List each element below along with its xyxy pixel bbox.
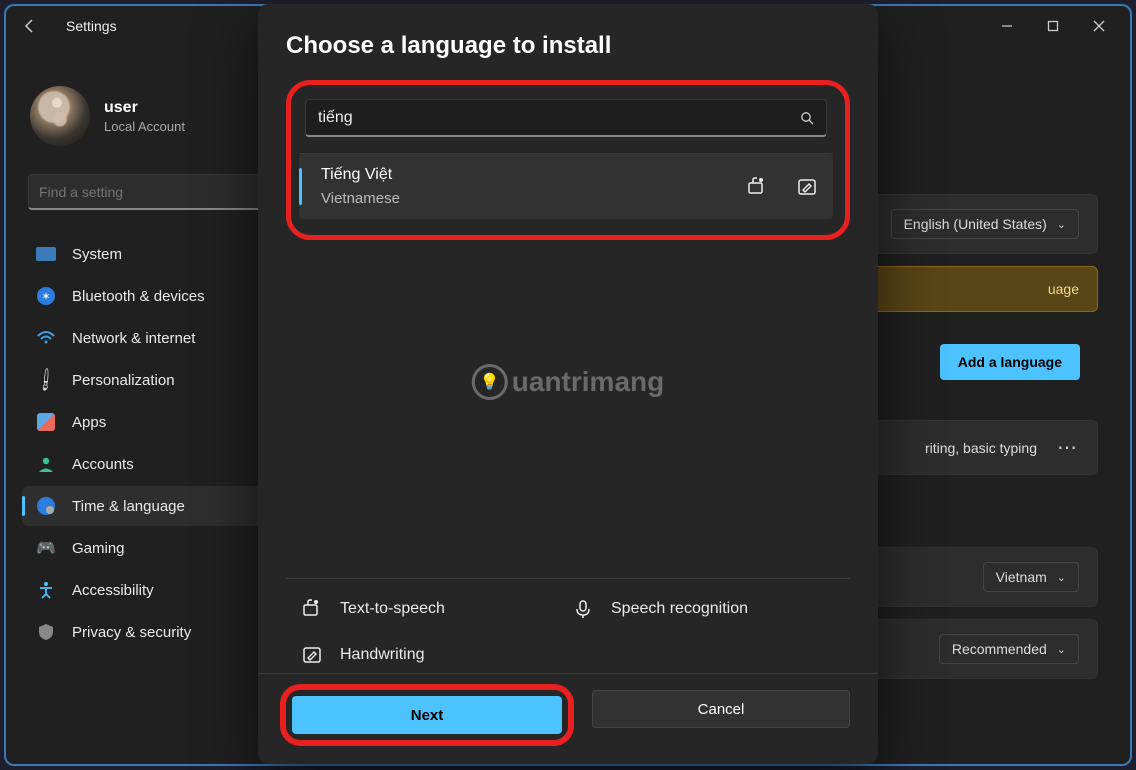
nav-label: System: [72, 246, 122, 263]
nav-label: Accounts: [72, 456, 134, 473]
gaming-icon: 🎮: [36, 538, 56, 558]
apps-icon: [36, 412, 56, 432]
nav-network[interactable]: Network & internet: [22, 318, 298, 358]
nav-label: Bluetooth & devices: [72, 288, 205, 305]
nav-privacy[interactable]: Privacy & security: [22, 612, 298, 652]
find-setting-input[interactable]: [39, 184, 267, 200]
display-language-select[interactable]: English (United States) ⌄: [891, 209, 1079, 239]
nav-label: Apps: [72, 414, 106, 431]
language-features-text: riting, basic typing: [925, 440, 1037, 456]
user-name: user: [104, 99, 185, 117]
shield-icon: [36, 622, 56, 642]
nav-label: Privacy & security: [72, 624, 191, 641]
wifi-icon: [36, 328, 56, 348]
nav-label: Network & internet: [72, 330, 195, 347]
language-features-legend: Text-to-speech Speech recognition Handwr…: [286, 578, 850, 673]
install-language-dialog: Choose a language to install Tiếng Việt …: [258, 4, 878, 764]
country-value: Vietnam: [996, 569, 1047, 585]
accessibility-icon: [36, 580, 56, 600]
nav-bluetooth[interactable]: ✶ Bluetooth & devices: [22, 276, 298, 316]
bluetooth-icon: ✶: [36, 286, 56, 306]
nav-label: Personalization: [72, 372, 175, 389]
chevron-down-icon: ⌄: [1057, 218, 1066, 231]
nav-accounts[interactable]: Accounts: [22, 444, 298, 484]
nav-system[interactable]: System: [22, 234, 298, 274]
language-native-name: Tiếng Việt: [321, 166, 400, 184]
handwriting-icon: [797, 177, 817, 197]
highlight-annotation: Next: [280, 684, 574, 746]
feature-label: Handwriting: [340, 646, 424, 664]
feature-handwriting: Handwriting: [302, 645, 563, 665]
nav-list: System ✶ Bluetooth & devices Network & in…: [22, 234, 298, 652]
chevron-down-icon: ⌄: [1057, 571, 1066, 584]
country-select[interactable]: Vietnam ⌄: [983, 562, 1079, 592]
more-options-button[interactable]: ⋯: [1057, 435, 1079, 460]
nav-label: Gaming: [72, 540, 125, 557]
feature-speech: Speech recognition: [573, 599, 834, 619]
system-icon: [36, 244, 56, 264]
chevron-down-icon: ⌄: [1057, 643, 1066, 656]
nav-gaming[interactable]: 🎮 Gaming: [22, 528, 298, 568]
warning-text: uage: [1048, 281, 1079, 297]
next-button[interactable]: Next: [292, 696, 562, 734]
dialog-footer: Next Cancel: [258, 673, 878, 764]
close-button[interactable]: [1076, 10, 1122, 42]
regional-format-value: Recommended: [952, 641, 1047, 657]
time-language-icon: [36, 496, 56, 516]
microphone-icon: [573, 599, 593, 619]
feature-label: Speech recognition: [611, 600, 748, 618]
nav-label: Time & language: [72, 498, 185, 515]
back-button[interactable]: [14, 10, 46, 42]
nav-apps[interactable]: Apps: [22, 402, 298, 442]
dialog-title: Choose a language to install: [286, 32, 850, 60]
handwriting-icon: [302, 645, 322, 665]
regional-format-select[interactable]: Recommended ⌄: [939, 634, 1079, 664]
avatar: [30, 86, 90, 146]
minimize-button[interactable]: [984, 10, 1030, 42]
search-icon: [800, 111, 814, 125]
cancel-button[interactable]: Cancel: [592, 690, 850, 728]
add-language-button[interactable]: Add a language: [940, 344, 1080, 380]
window-title: Settings: [66, 18, 117, 34]
language-english-name: Vietnamese: [321, 190, 400, 207]
language-search-box[interactable]: [305, 99, 827, 137]
language-search-input[interactable]: [318, 109, 800, 127]
nav-label: Accessibility: [72, 582, 154, 599]
display-language-value: English (United States): [904, 216, 1047, 232]
language-result-item[interactable]: Tiếng Việt Vietnamese: [299, 154, 833, 219]
text-to-speech-icon: [302, 599, 322, 619]
brush-icon: 🖌: [32, 366, 60, 394]
maximize-button[interactable]: [1030, 10, 1076, 42]
nav-time-language[interactable]: Time & language: [22, 486, 298, 526]
accounts-icon: [36, 454, 56, 474]
feature-label: Text-to-speech: [340, 600, 445, 618]
user-subtitle: Local Account: [104, 119, 185, 134]
nav-accessibility[interactable]: Accessibility: [22, 570, 298, 610]
feature-tts: Text-to-speech: [302, 599, 563, 619]
find-setting-search[interactable]: [28, 174, 292, 210]
text-to-speech-icon: [747, 177, 767, 197]
highlight-annotation: Tiếng Việt Vietnamese: [286, 80, 850, 240]
nav-personalization[interactable]: 🖌 Personalization: [22, 360, 298, 400]
